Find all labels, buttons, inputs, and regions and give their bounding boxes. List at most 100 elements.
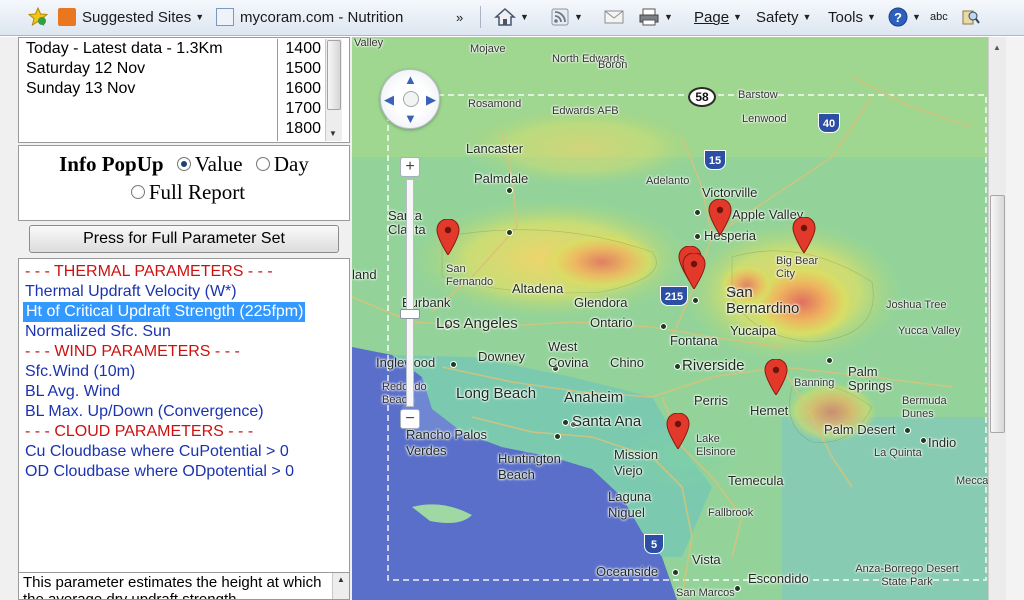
description-scrollbar[interactable]: ▲	[332, 573, 349, 599]
param-bl-max-updown[interactable]: BL Max. Up/Down (Convergence)	[25, 402, 264, 422]
overflow-chevron-icon[interactable]: »	[456, 0, 463, 34]
city-dot	[734, 585, 741, 592]
scroll-up-arrow-icon[interactable]: ▲	[993, 43, 1001, 52]
param-sfc-wind[interactable]: Sfc.Wind (10m)	[25, 362, 135, 382]
map-label-chino: Chino	[610, 355, 644, 370]
radio-day[interactable]	[255, 157, 270, 172]
print-button[interactable]: ▼	[638, 0, 673, 34]
zoom-slider-handle[interactable]	[400, 309, 420, 319]
zoom-slider-track[interactable]	[406, 179, 414, 407]
page-scrollbar[interactable]: ▲	[988, 37, 1006, 600]
pan-right-arrow-icon[interactable]: ▶	[426, 92, 436, 108]
page-scroll-thumb[interactable]	[990, 195, 1005, 433]
pan-control[interactable]: ▲ ▼ ◀ ▶	[380, 69, 440, 129]
date-options: Today - Latest data - 1.3Km Saturday 12 …	[26, 39, 271, 99]
map-label-banning: Banning	[794, 377, 835, 389]
time-option[interactable]: 1800	[278, 119, 325, 139]
suggested-sites-icon	[58, 8, 76, 26]
time-list[interactable]: 1400 1500 1600 1700 1800	[277, 39, 325, 141]
map-label-glendora: Glendora	[574, 295, 628, 310]
window-edge	[1006, 37, 1024, 600]
map-label-rancho-palos-verdes: Rancho Palos Verdes	[406, 427, 487, 458]
toolbar-separator	[480, 6, 481, 28]
map-label-escondido: Escondido	[748, 571, 809, 586]
info-popup-row: Info PopUp Value Day	[19, 152, 349, 177]
param-header-cloud: - - - CLOUD PARAMETERS - - -	[25, 423, 254, 440]
zoom-control[interactable]: + −	[400, 157, 420, 429]
time-option[interactable]: 1600	[278, 79, 325, 99]
time-list-scrollbar[interactable]: ▼	[325, 39, 342, 141]
date-option-today[interactable]: Today - Latest data - 1.3Km	[26, 39, 271, 59]
left-panel: Today - Latest data - 1.3Km Saturday 12 …	[0, 37, 352, 600]
page-menu[interactable]: Page ▼	[694, 0, 742, 34]
param-bl-avg-wind[interactable]: BL Avg. Wind	[25, 382, 120, 402]
map-label-barstow: Barstow	[738, 89, 778, 101]
parameter-list[interactable]: - - - THERMAL PARAMETERS - - - Thermal U…	[18, 258, 350, 588]
suggested-sites-menu[interactable]: Suggested Sites ▼	[58, 0, 204, 34]
help-button[interactable]: ? ▼	[888, 0, 921, 34]
pan-left-arrow-icon[interactable]: ◀	[384, 92, 394, 108]
map-label-boron: Boron	[598, 59, 628, 71]
research-button[interactable]	[960, 0, 980, 34]
date-option-saturday[interactable]: Saturday 12 Nov	[26, 59, 271, 79]
map-label-long-beach: Long Beach	[456, 385, 537, 402]
map-label-downey: Downey	[478, 349, 525, 364]
map-label-oceanside: Oceanside	[596, 564, 659, 579]
favorite-link-label: mycoram.com - Nutrition	[240, 8, 404, 26]
safety-menu[interactable]: Safety ▼	[756, 0, 811, 34]
city-dot	[692, 297, 699, 304]
map-label-joshua-tree: Joshua Tree	[886, 299, 947, 311]
radio-full-report[interactable]	[130, 185, 145, 200]
param-thermal-updraft-velocity[interactable]: Thermal Updraft Velocity (W*)	[25, 282, 237, 302]
info-popup-options: Info PopUp Value Day Full Report	[18, 145, 350, 221]
map-marker[interactable]	[764, 359, 788, 395]
scroll-down-arrow-icon[interactable]: ▼	[329, 129, 337, 138]
scroll-up-arrow-icon[interactable]: ▲	[337, 575, 345, 584]
date-option-sunday[interactable]: Sunday 13 Nov	[26, 79, 271, 99]
map-label-lake-elsinore: Lake Elsinore	[696, 433, 736, 458]
map-label-palm-desert: Palm Desert	[824, 422, 896, 437]
zoom-out-icon[interactable]: −	[400, 409, 420, 429]
highway-shield-215: 215	[660, 286, 688, 306]
scroll-thumb[interactable]	[327, 40, 341, 110]
param-header-wind: - - - WIND PARAMETERS - - -	[25, 343, 240, 360]
map-marker[interactable]	[708, 199, 732, 235]
info-popup-title: Info PopUp	[59, 152, 164, 176]
map-marker[interactable]	[666, 413, 690, 449]
map-label-yucca-valley: Yucca Valley	[898, 325, 961, 337]
param-od-cloudbase[interactable]: OD Cloudbase where ODpotential > 0	[25, 462, 294, 482]
map-marker[interactable]	[682, 253, 706, 289]
ie-page-icon	[216, 8, 234, 26]
date-list[interactable]: Today - Latest data - 1.3Km Saturday 12 …	[18, 37, 350, 143]
param-ht-critical-updraft[interactable]: Ht of Critical Updraft Strength (225fpm)	[23, 302, 305, 322]
radio-full-report-label: Full Report	[148, 180, 246, 204]
tools-menu-label: Tools	[828, 8, 864, 26]
forecast-map[interactable]: 58 15 40 215 5 Mojave North Edwards Boro…	[352, 37, 988, 600]
read-mail-button[interactable]	[604, 0, 624, 34]
map-label-lenwood: Lenwood	[742, 113, 787, 125]
pan-down-arrow-icon[interactable]: ▼	[404, 111, 417, 126]
time-option[interactable]: 1400	[278, 39, 325, 59]
radio-value[interactable]	[176, 157, 191, 172]
map-marker[interactable]	[792, 217, 816, 253]
param-normalized-sfc-sun[interactable]: Normalized Sfc. Sun	[25, 322, 171, 342]
map-label-anza-borrego: Anza-Borrego Desert State Park	[855, 563, 959, 588]
map-label-bermuda-dunes: Bermuda Dunes	[902, 395, 947, 420]
spelling-button[interactable]: abc	[930, 0, 948, 34]
zoom-in-icon[interactable]: +	[400, 157, 420, 177]
time-option[interactable]: 1700	[278, 99, 325, 119]
full-parameter-set-button[interactable]: Press for Full Parameter Set	[29, 225, 339, 253]
favorites-star-icon[interactable]	[28, 0, 48, 34]
pan-up-arrow-icon[interactable]: ▲	[404, 72, 417, 87]
tools-menu[interactable]: Tools ▼	[828, 0, 876, 34]
home-button[interactable]: ▼	[494, 0, 529, 34]
home-icon	[494, 7, 516, 26]
radio-day-label: Day	[273, 152, 309, 176]
feeds-button[interactable]: ▼	[550, 0, 583, 34]
favorite-link-nutrition[interactable]: mycoram.com - Nutrition	[216, 0, 403, 34]
param-cu-cloudbase[interactable]: Cu Cloudbase where CuPotential > 0	[25, 442, 289, 462]
chevron-down-icon: ▼	[802, 12, 812, 22]
chevron-down-icon: ▼	[867, 12, 876, 22]
time-option[interactable]: 1500	[278, 59, 325, 79]
map-marker[interactable]	[436, 219, 460, 255]
